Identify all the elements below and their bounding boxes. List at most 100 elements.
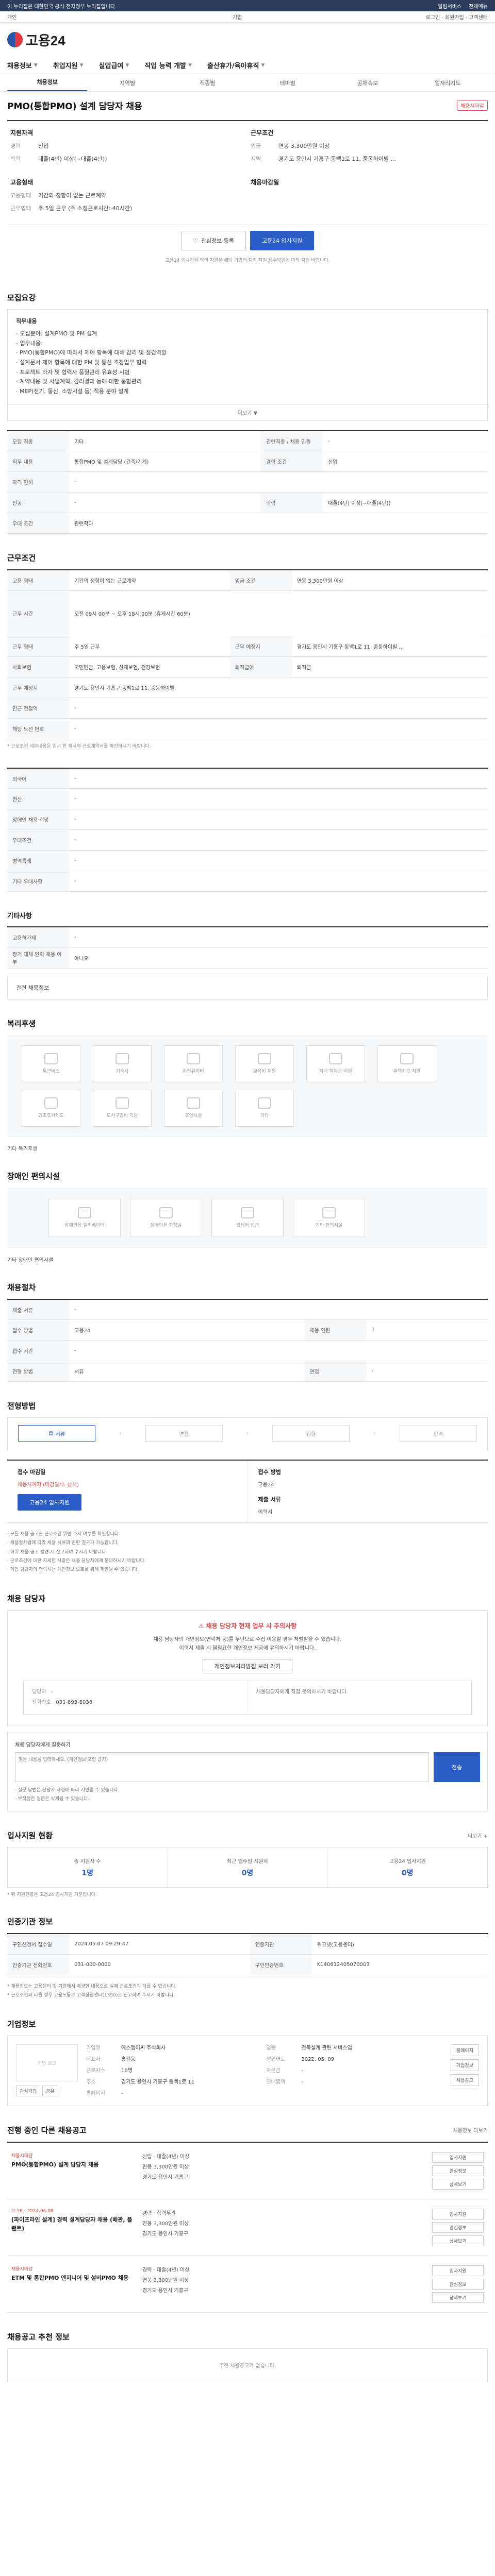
gnb-personal[interactable]: 개인 — [7, 13, 121, 21]
disabled-note: 기타 장애인 편의시설 — [7, 1257, 54, 1263]
status-more-link[interactable]: 더보기 + — [468, 1832, 488, 1839]
summary-deadline-title: 채용마감일 — [251, 179, 279, 186]
wheelchair-icon — [241, 1207, 254, 1219]
subnav-item-map[interactable]: 일자리지도 — [408, 79, 488, 87]
gnb-account-links[interactable]: 로그인 · 회원가입 · 고객센터 — [354, 13, 488, 21]
detail-button[interactable]: 상세보기 — [432, 2292, 484, 2303]
stat-item: 최근 일주일 지원자 0명 — [167, 1848, 327, 1888]
welfare-item: 휴양시설 — [164, 1089, 223, 1127]
nav-item-training[interactable]: 직업 능력 개발 ▼ — [144, 60, 192, 70]
education-icon — [258, 1053, 271, 1065]
apply-notes: · 모든 채용 공고는 근로조건 위반 소지 여부를 확인합니다. · 채용절차… — [7, 1530, 488, 1574]
logo-mark-icon — [7, 32, 23, 47]
summary-qualification-title: 지원자격 — [10, 129, 34, 137]
section-contact-title: 채용 담당자 — [7, 1594, 46, 1603]
scrap-button[interactable]: 관심정보 — [432, 2165, 484, 2177]
inquiry-label: 채용 담당자에게 질문하기 — [15, 1742, 71, 1749]
list-item[interactable]: 채용시마감 PMO(통합PMO) 설계 담당자 채용 신입 · 대졸(4년) 이상… — [7, 2143, 488, 2200]
inquiry-note: · 질문 답변은 담당자 사정에 따라 지연될 수 있습니다. — [15, 1788, 120, 1793]
list-item[interactable]: 채용시마감 ETM 및 통합PMO 엔지니어 및 설비PMO 채용 경력 · 대졸… — [7, 2256, 488, 2313]
company-share-button[interactable]: 공유 — [42, 2086, 58, 2097]
applicant-stats: 총 지원자 수 1명 최근 일주일 지원자 0명 고용24 입사지원 0명 — [7, 1847, 488, 1888]
logo-text: 고용24 — [26, 32, 65, 48]
contact-person-value: - — [51, 1689, 53, 1696]
summary-value: 경기도 용인시 기흥구 동백1로 11, 중동하이빌 ... — [278, 155, 397, 162]
arrow-right-icon: › — [246, 1430, 249, 1437]
expand-button[interactable]: 더보기 ▼ — [7, 404, 488, 421]
facility-item: 휠체어 접근 — [211, 1198, 284, 1237]
apply-note: · 근로조건에 대한 자세한 사항은 채용 담당자에게 문의하시기 바랍니다. — [7, 1558, 146, 1564]
scrap-button[interactable]: 관심정보 — [432, 2279, 484, 2290]
topbar-link-menu[interactable]: 전체메뉴 — [469, 2, 488, 10]
scrap-button[interactable]: 관심정보 — [432, 2222, 484, 2233]
section-status-title: 입사지원 현황 더보기 + — [7, 1831, 488, 1841]
apply-note: · 채용절차법에 따라 채용 서류의 반환 청구가 가능합니다. — [7, 1540, 119, 1546]
subnav-item-theme[interactable]: 테마별 — [248, 79, 327, 87]
elevator-icon — [78, 1207, 91, 1219]
heart-icon: ♡ — [192, 237, 198, 244]
company-info: 기업 로고 관심기업 공유 기업명 에스엠이씨 주식회사 업종 건축설계 관련 서비스… — [7, 2036, 488, 2107]
summary-value: 기간의 정함이 없는 근로계약 — [38, 192, 106, 199]
status-note: * 위 지원현황은 고용24 입사지원 기준입니다. — [7, 1892, 97, 1898]
topbar-link-alert[interactable]: 알림서비스 — [438, 2, 461, 10]
job-description-line: · 설계문서 제어 항목에 대한 PM 및 통신 조정업무 협력 — [16, 359, 147, 366]
chevron-down-icon: ▼ — [79, 62, 84, 68]
section-other-title: 기타사항 — [7, 912, 32, 921]
nav-item-leave[interactable]: 출산휴가/육아휴직 ▼ — [207, 60, 265, 70]
nav-item-jobs[interactable]: 채용정보 ▼ — [7, 60, 38, 70]
inquiry-send-button[interactable]: 전송 — [434, 1752, 480, 1783]
welfare-icons: 통근버스 기숙사 차량유지비 교육비 지원 자녀 학자금 지원 주택자금 지원 … — [7, 1035, 488, 1137]
summary-key: 경력 — [10, 143, 21, 149]
summary-conditions-title: 근무조건 — [251, 129, 274, 137]
subnav-item-public[interactable]: 공채속보 — [327, 79, 407, 87]
privacy-policy-button[interactable]: 개인정보처리방침 보러 가기 — [202, 1659, 293, 1674]
subnav-item-region[interactable]: 지역별 — [87, 79, 167, 87]
chevron-down-icon: ▼ — [125, 62, 129, 68]
job-description-line: - 모집분야: 설계PMO 및 PM 설계 — [16, 330, 97, 337]
company-homepage-button[interactable]: 홈페이지 — [450, 2044, 479, 2057]
arrow-right-icon: › — [373, 1430, 376, 1437]
extra-empty-message: 추천 채용공고가 없습니다. — [7, 2348, 488, 2382]
nav-item-unemployment[interactable]: 실업급여 ▼ — [99, 60, 129, 70]
apply-info: 접수 마감일 채용시까지 (마감일시: 상시) 고용24 입사지원 접수 방법 … — [7, 1460, 488, 1523]
apply-button[interactable]: 입사지원 — [432, 2152, 484, 2163]
apply-button[interactable]: 고용24 입사지원 — [250, 231, 315, 250]
job-description-box: 직무내용 - 모집분야: 설계PMO 및 PM 설계 - 업무내용: · PMO… — [7, 309, 488, 404]
apply-button[interactable]: 입사지원 — [432, 2209, 484, 2220]
welfare-item: 자녀 학자금 지원 — [306, 1045, 365, 1082]
car-icon — [187, 1053, 200, 1065]
section-others-title: 진행 중인 다른 채용공고 채용정보 더보기 — [7, 2126, 488, 2136]
scrap-button[interactable]: ♡ 관심정보 등록 — [180, 231, 246, 250]
company-detail-button[interactable]: 기업정보 — [450, 2059, 479, 2072]
job-description-heading: 직무내용 — [16, 318, 37, 325]
user-type-bar: 개인 기업 로그인 · 회원가입 · 고객센터 — [0, 11, 495, 23]
facility-item: 장애인용 엘리베이터 — [48, 1198, 121, 1237]
section-process-title: 채용절차 — [7, 1282, 36, 1292]
other-jobs-list: 채용시마감 PMO(통합PMO) 설계 담당자 채용 신입 · 대졸(4년) 이상… — [7, 2142, 488, 2313]
detail-button[interactable]: 상세보기 — [432, 2179, 484, 2190]
subnav-item-occupation[interactable]: 직종별 — [168, 79, 248, 87]
welfare-item: 기숙사 — [93, 1045, 152, 1082]
detail-button[interactable]: 상세보기 — [432, 2235, 484, 2247]
facility-item: 기타 편의시설 — [293, 1198, 365, 1237]
apply-button[interactable]: 입사지원 — [432, 2265, 484, 2277]
apply-button-secondary[interactable]: 고용24 입사지원 — [18, 1494, 82, 1511]
list-item[interactable]: D-16 · 2024.06.08 [파이프라인 설계] 경력 설계담당자 채용 … — [7, 2199, 488, 2257]
company-jobs-button[interactable]: 채용공고 — [450, 2074, 479, 2087]
nav-item-support[interactable]: 취업지원 ▼ — [53, 60, 84, 70]
apply-docs-value: 이력서 — [258, 1510, 273, 1516]
site-logo[interactable]: 고용24 — [7, 30, 65, 49]
welfare-note: 기타 복리후생 — [7, 1146, 38, 1152]
related-jobs-link[interactable]: 관련 채용정보 — [7, 975, 488, 999]
inquiry-box: 채용 담당자에게 질문하기 전송 · 질문 답변은 담당자 사정에 따라 지연될… — [7, 1733, 488, 1812]
summary-key: 지역 — [251, 155, 261, 162]
chevron-down-icon: ▼ — [34, 62, 38, 68]
company-favorite-button[interactable]: 관심기업 — [16, 2086, 41, 2097]
subnav-item-jobs[interactable]: 채용정보 — [7, 75, 88, 91]
gnb-business[interactable]: 기업 — [121, 13, 354, 21]
job-description-line: - 업무내용: — [16, 340, 43, 347]
inquiry-input[interactable] — [15, 1752, 428, 1783]
summary-key: 임금 — [251, 143, 261, 149]
summary-value: 신입 — [38, 143, 49, 149]
others-more-link[interactable]: 채용정보 더보기 — [453, 2126, 488, 2134]
